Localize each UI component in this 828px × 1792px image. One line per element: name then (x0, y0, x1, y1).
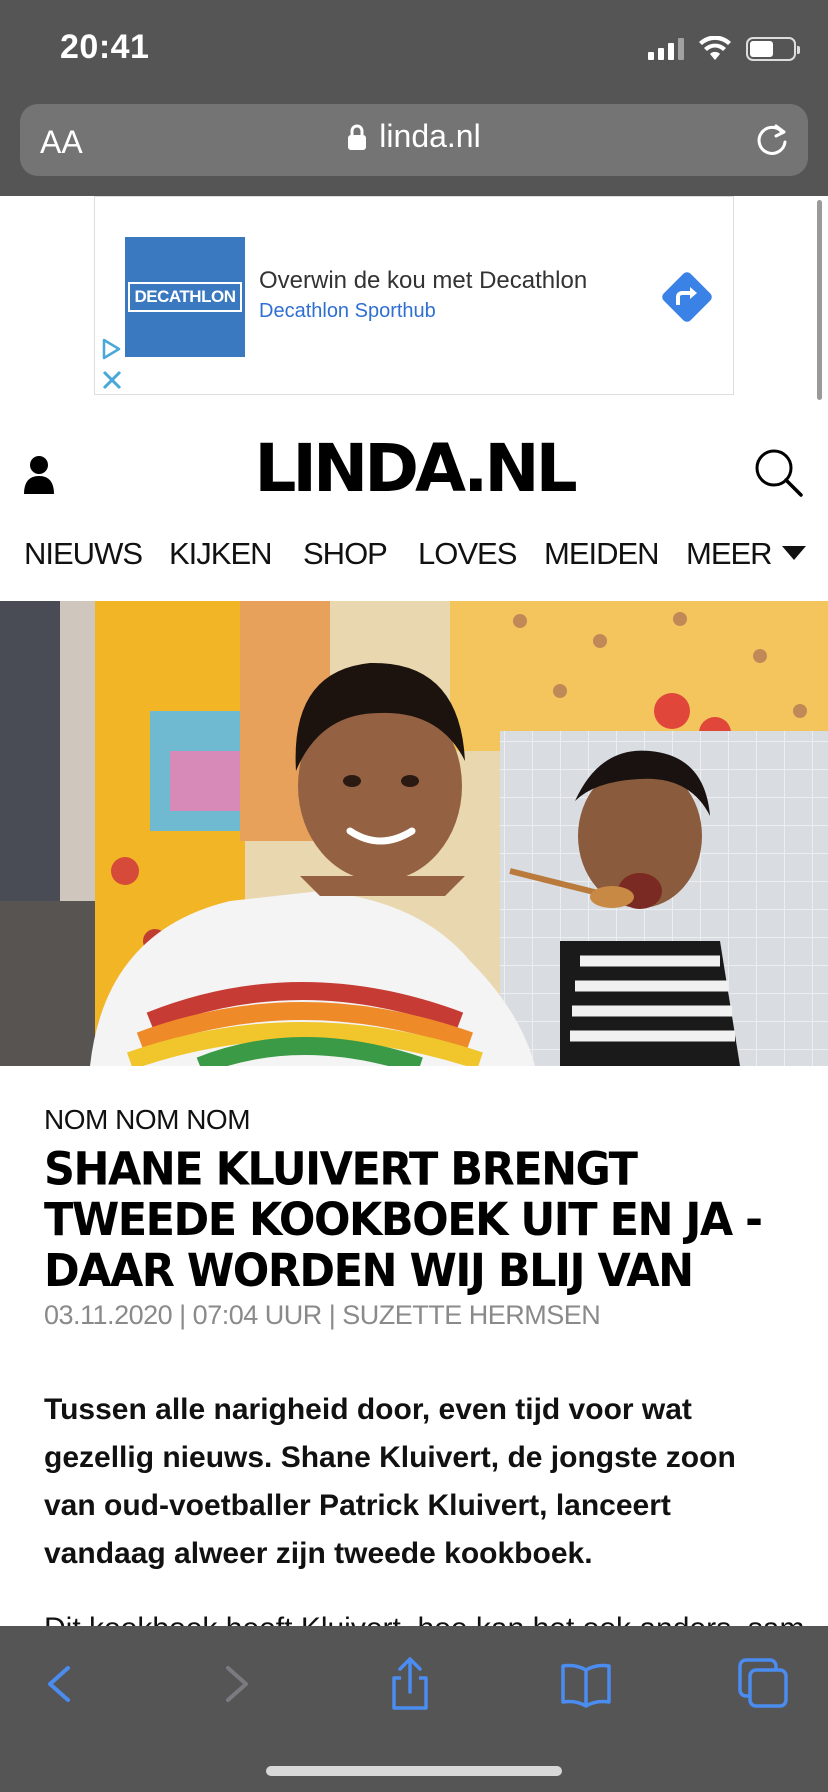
home-indicator[interactable] (266, 1766, 562, 1776)
nav-item-kijken[interactable]: KIJKEN (169, 536, 273, 572)
nav-item-meer[interactable]: MEER (686, 536, 806, 572)
nav-item-loves[interactable]: LOVES (418, 536, 517, 572)
status-icons (648, 34, 800, 64)
site-logo[interactable]: LINDA.NL (0, 430, 828, 507)
tabs-icon[interactable] (736, 1656, 792, 1712)
ad-headline[interactable]: Overwin de kou met Decathlon (259, 267, 587, 295)
nav-item-meiden[interactable]: MEIDEN (544, 536, 660, 572)
ad-close-icon[interactable] (101, 369, 123, 391)
nav-item-nieuws[interactable]: NIEUWS (24, 536, 143, 572)
reload-icon[interactable] (752, 120, 792, 160)
bookmarks-icon[interactable] (558, 1656, 614, 1712)
adchoices-icon[interactable] (99, 337, 123, 361)
article-hero-image[interactable] (0, 601, 828, 1066)
site-header: LINDA.NL (0, 420, 828, 520)
status-time: 20:41 (60, 28, 150, 66)
meta-separator: | (328, 1300, 343, 1330)
main-navigation: NIEUWS KIJKEN SHOP LOVES MEIDEN MEER (0, 536, 828, 586)
ad-logo-text: DECATHLON (127, 282, 243, 312)
url-display[interactable]: linda.nl (20, 118, 808, 155)
article-date: 03.11.2020 (44, 1300, 173, 1330)
battery-icon (746, 37, 800, 61)
scroll-indicator[interactable] (817, 200, 822, 400)
article-meta: 03.11.2020 | 07:04 UUR | SUZETTE HERMSEN (44, 1300, 601, 1331)
search-icon[interactable] (752, 446, 804, 498)
nav-item-shop[interactable]: SHOP (303, 536, 388, 572)
back-icon[interactable] (32, 1656, 88, 1712)
browser-bottom-toolbar (0, 1626, 828, 1792)
url-domain: linda.nl (379, 118, 481, 154)
ad-subline[interactable]: Decathlon Sporthub (259, 300, 436, 323)
nav-more-label: MEER (686, 536, 773, 571)
article-paragraph: Dit kookboek heeft Kluivert, hoe kan het… (44, 1612, 804, 1626)
article-title: SHANE KLUIVERT BRENGT TWEEDE KOOKBOEK UI… (44, 1142, 763, 1298)
article-kicker[interactable]: NOM NOM NOM (44, 1104, 251, 1136)
browser-top-chrome: 20:41 AA linda.nl (0, 0, 828, 196)
ad-brand-logo: DECATHLON (125, 237, 245, 357)
address-bar[interactable]: AA linda.nl (20, 104, 808, 176)
article-author[interactable]: SUZETTE HERMSEN (342, 1300, 601, 1330)
forward-icon[interactable] (208, 1656, 264, 1712)
meta-separator: | (179, 1300, 193, 1330)
cellular-signal-icon (648, 38, 684, 60)
ad-go-arrow-icon[interactable] (657, 267, 717, 327)
lock-icon (348, 124, 367, 150)
wifi-icon (699, 36, 731, 60)
share-icon[interactable] (382, 1656, 438, 1712)
article-time: 07:04 UUR (192, 1300, 323, 1330)
advertisement-banner[interactable]: DECATHLON Overwin de kou met Decathlon D… (94, 196, 734, 395)
article-lead: Tussen alle narigheid door, even tijd vo… (44, 1393, 736, 1570)
caret-down-icon (781, 545, 806, 560)
